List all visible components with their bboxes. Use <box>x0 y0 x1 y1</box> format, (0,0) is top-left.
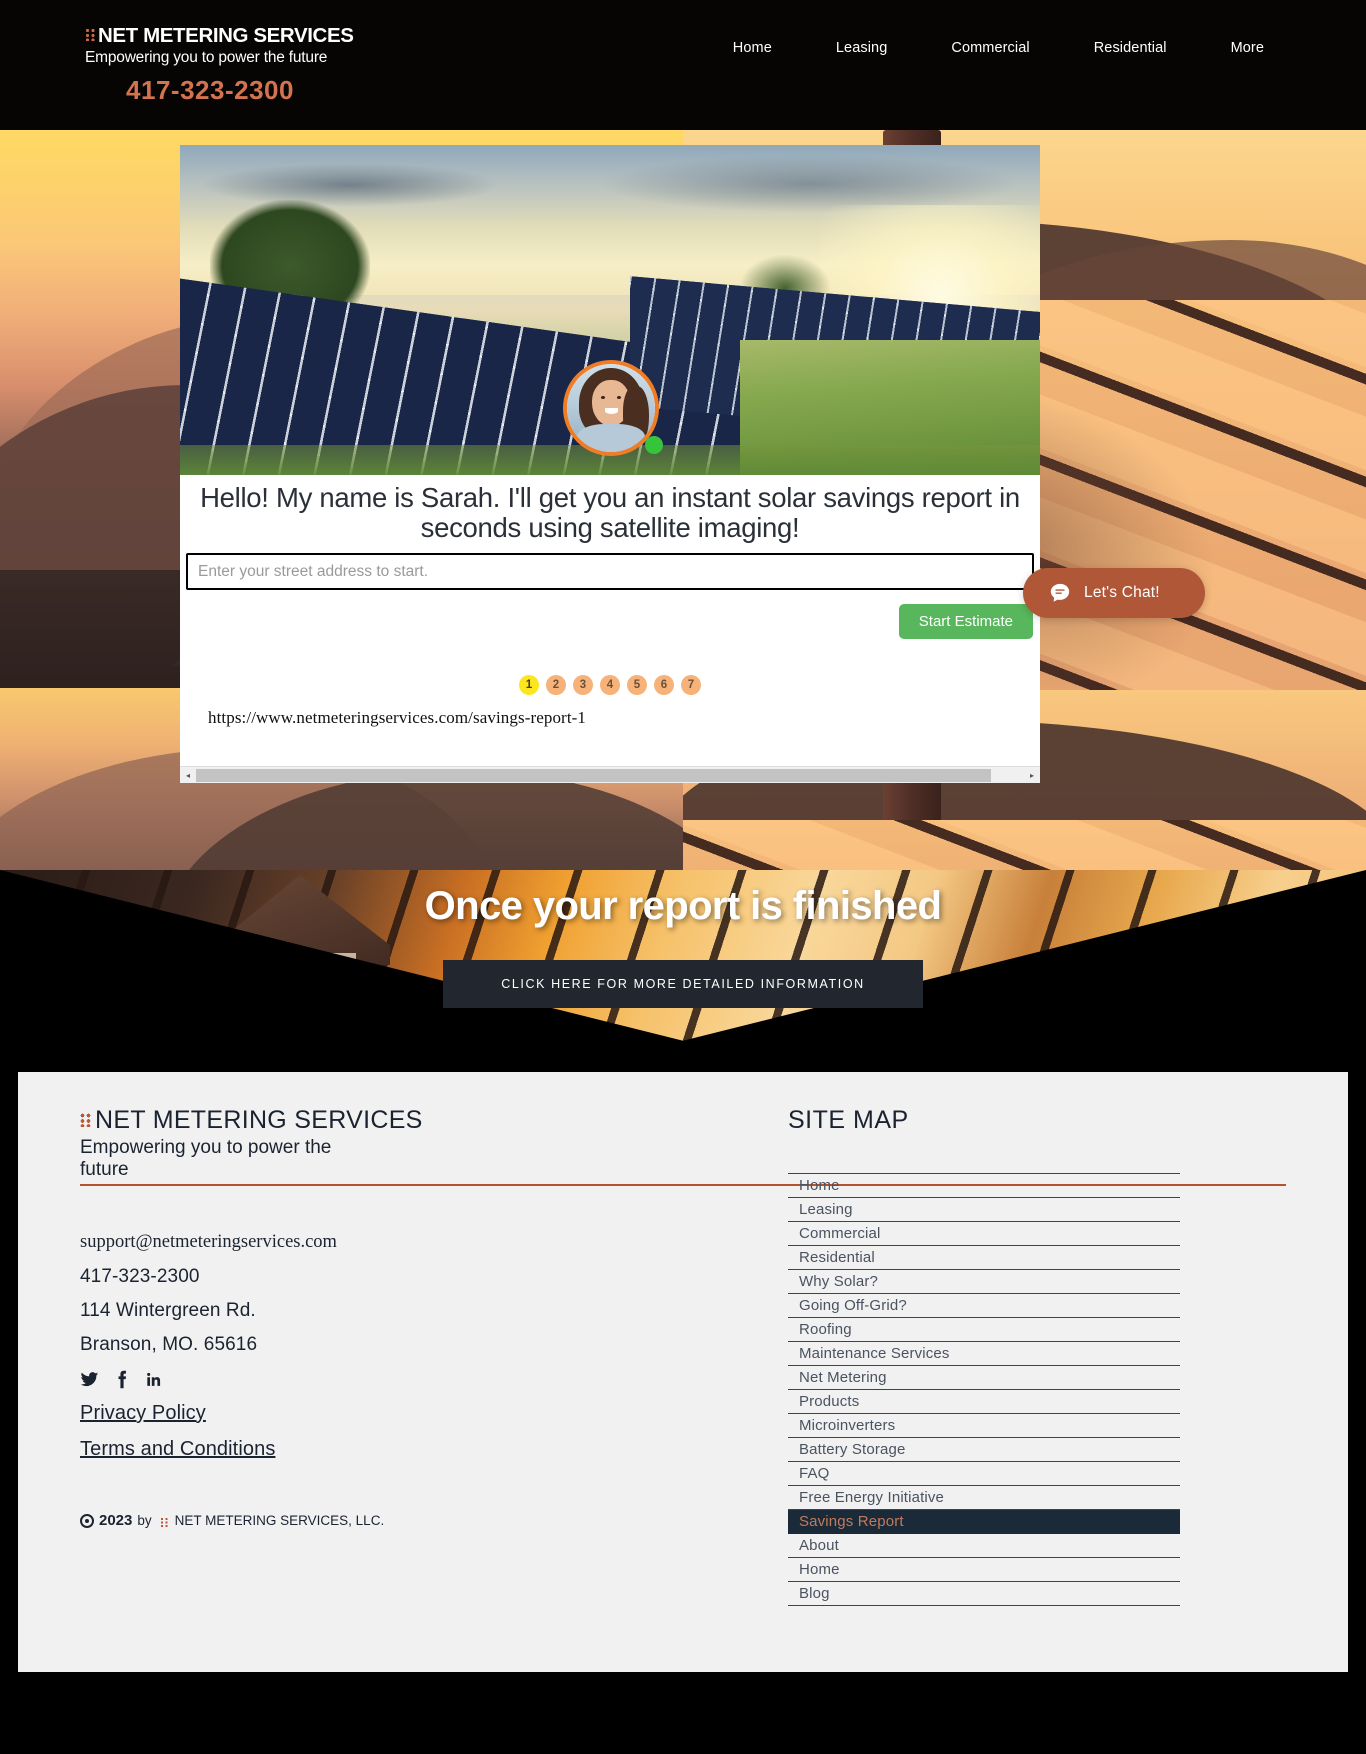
report-section-title: Once your report is finished <box>424 884 942 928</box>
widget-url: https://www.netmeteringservices.com/savi… <box>208 708 587 728</box>
address-input[interactable] <box>186 553 1034 591</box>
start-button-row: Start Estimate <box>180 590 1040 652</box>
scrollbar-thumb[interactable] <box>196 768 991 782</box>
footer-logo-name-row: NET METERING SERVICES <box>80 1106 580 1135</box>
site-footer: NET METERING SERVICES Empowering you to … <box>18 1072 1348 1672</box>
copyright-by: by <box>137 1513 152 1528</box>
brand-dots-icon <box>159 1516 169 1527</box>
logo-name: NET METERING SERVICES <box>98 24 354 47</box>
scroll-left-arrow-icon[interactable]: ◂ <box>180 767 196 783</box>
step-indicator: 1 2 3 4 5 6 7 <box>180 675 1040 696</box>
chat-bubble-icon <box>1050 583 1070 602</box>
main-nav: Home Leasing Commercial Residential More <box>701 36 1296 60</box>
nav-item-home[interactable]: Home <box>701 36 804 60</box>
brand-dots-icon <box>80 1113 92 1127</box>
banner-black-strip <box>0 1050 1366 1072</box>
sitemap-item-going-off-grid[interactable]: Going Off-Grid? <box>788 1294 1180 1318</box>
sitemap-section: SITE MAP Home Leasing Commercial Residen… <box>788 1106 1208 1606</box>
nav-item-residential[interactable]: Residential <box>1062 36 1199 60</box>
sitemap-item-free-energy-initiative[interactable]: Free Energy Initiative <box>788 1486 1180 1510</box>
step-7[interactable]: 7 <box>681 675 701 696</box>
avatar-photo <box>567 364 655 452</box>
sitemap-list: Home Leasing Commercial Residential Why … <box>788 1173 1180 1606</box>
sitemap-item-microinverters[interactable]: Microinverters <box>788 1414 1180 1438</box>
step-4[interactable]: 4 <box>600 675 620 696</box>
step-3[interactable]: 3 <box>573 675 593 696</box>
sitemap-item-battery-storage[interactable]: Battery Storage <box>788 1438 1180 1462</box>
widget-headline: Hello! My name is Sarah. I'll get you an… <box>200 482 1020 543</box>
horizontal-scrollbar[interactable]: ◂ ▸ <box>180 766 1040 783</box>
sitemap-item-about[interactable]: About <box>788 1534 1180 1558</box>
sitemap-item-home[interactable]: Home <box>788 1173 1180 1198</box>
nav-item-commercial[interactable]: Commercial <box>919 36 1061 60</box>
terms-and-conditions-link[interactable]: Terms and Conditions <box>80 1438 275 1461</box>
avatar <box>563 360 663 456</box>
footer-email[interactable]: support@netmeteringservices.com <box>80 1232 337 1253</box>
sitemap-item-roofing[interactable]: Roofing <box>788 1318 1180 1342</box>
sitemap-item-products[interactable]: Products <box>788 1390 1180 1414</box>
linkedin-icon[interactable] <box>145 1370 162 1389</box>
nav-item-leasing[interactable]: Leasing <box>804 36 920 60</box>
footer-phone[interactable]: 417-323-2300 <box>80 1266 337 1288</box>
step-1[interactable]: 1 <box>519 675 539 696</box>
sitemap-item-residential[interactable]: Residential <box>788 1246 1180 1270</box>
nav-item-more[interactable]: More <box>1199 36 1296 60</box>
sitemap-item-maintenance-services[interactable]: Maintenance Services <box>788 1342 1180 1366</box>
copyright-icon <box>80 1513 94 1528</box>
site-logo[interactable]: NET METERING SERVICES Empowering you to … <box>85 24 385 106</box>
footer-contact: support@netmeteringservices.com 417-323-… <box>80 1232 337 1389</box>
step-6[interactable]: 6 <box>654 675 674 696</box>
scrollbar-track[interactable] <box>196 768 1024 782</box>
footer-logo-tagline: Empowering you to power the future <box>80 1137 332 1181</box>
brand-dots-icon <box>85 28 96 41</box>
sitemap-item-net-metering[interactable]: Net Metering <box>788 1366 1180 1390</box>
start-estimate-button[interactable]: Start Estimate <box>898 604 1033 640</box>
sitemap-item-blog[interactable]: Blog <box>788 1582 1180 1606</box>
footer-copyright: 2023 by NET METERING SERVICES, LLC. <box>80 1512 384 1529</box>
twitter-icon[interactable] <box>80 1370 99 1389</box>
scroll-right-arrow-icon[interactable]: ▸ <box>1024 767 1040 783</box>
footer-logo[interactable]: NET METERING SERVICES Empowering you to … <box>80 1106 580 1182</box>
footer-logo-name: NET METERING SERVICES <box>95 1106 423 1134</box>
logo-name-row: NET METERING SERVICES <box>85 24 385 48</box>
more-detailed-info-button[interactable]: CLICK HERE FOR MORE DETAILED INFORMATION <box>443 960 923 1008</box>
site-header: NET METERING SERVICES Empowering you to … <box>0 0 1366 130</box>
savings-report-widget: Hello! My name is Sarah. I'll get you an… <box>180 145 1040 783</box>
solar-field-photo <box>180 145 1040 475</box>
online-status-indicator <box>645 436 663 454</box>
logo-tagline: Empowering you to power the future <box>85 49 328 66</box>
chat-button-label: Let's Chat! <box>1084 584 1160 601</box>
sitemap-title: SITE MAP <box>788 1106 909 1134</box>
sitemap-item-home-2[interactable]: Home <box>788 1558 1180 1582</box>
sitemap-item-commercial[interactable]: Commercial <box>788 1222 1180 1246</box>
page-bottom-bar <box>0 1672 1366 1754</box>
footer-address-line1: 114 Wintergreen Rd. <box>80 1300 256 1321</box>
sitemap-item-leasing[interactable]: Leasing <box>788 1198 1180 1222</box>
footer-address-line2: Branson, MO. 65616 <box>80 1334 258 1355</box>
footer-legal-links: Privacy Policy Terms and Conditions <box>80 1402 275 1474</box>
page-root: NET METERING SERVICES Empowering you to … <box>0 0 1366 1754</box>
facebook-icon[interactable] <box>116 1370 128 1389</box>
sitemap-item-faq[interactable]: FAQ <box>788 1462 1180 1486</box>
address-row <box>186 553 1034 591</box>
copyright-company: NET METERING SERVICES, LLC. <box>174 1513 385 1528</box>
sitemap-item-why-solar[interactable]: Why Solar? <box>788 1270 1180 1294</box>
footer-social-links <box>80 1370 337 1389</box>
header-phone[interactable]: 417-323-2300 <box>85 75 335 106</box>
lets-chat-button[interactable]: Let's Chat! <box>1023 568 1205 618</box>
step-5[interactable]: 5 <box>627 675 647 696</box>
privacy-policy-link[interactable]: Privacy Policy <box>80 1402 275 1425</box>
copyright-year: 2023 <box>99 1512 133 1529</box>
step-2[interactable]: 2 <box>546 675 566 696</box>
sitemap-item-savings-report[interactable]: Savings Report <box>788 1510 1180 1534</box>
